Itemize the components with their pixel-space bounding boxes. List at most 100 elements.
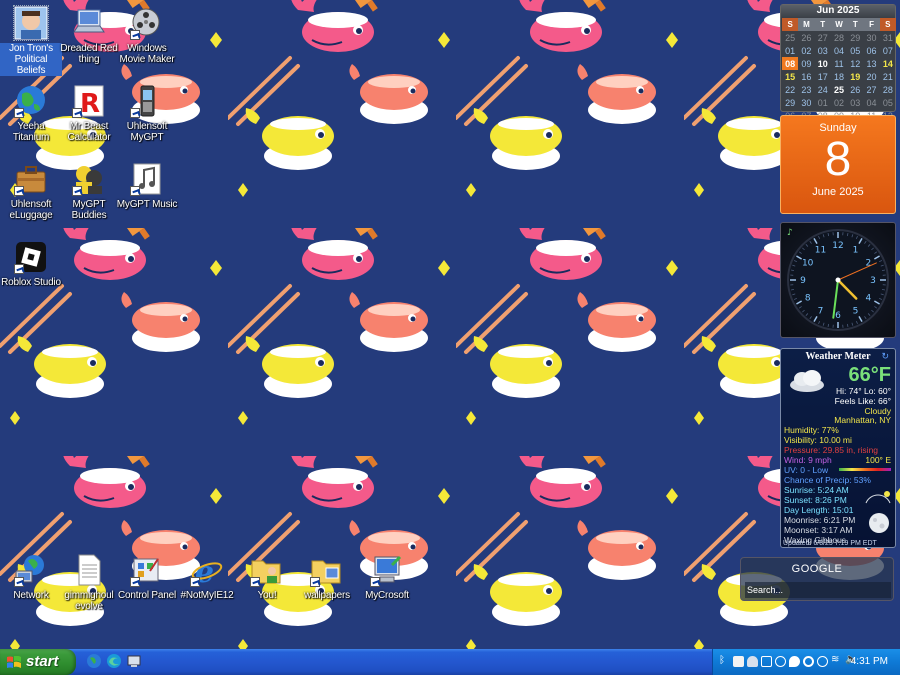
desktop-icon-wallpapers[interactable]: wallpapers [296,553,358,601]
calendar-day-today[interactable]: 08 [782,57,799,70]
desktop-icon-dreaded-red-thing[interactable]: Dreaded Red thing [58,6,120,65]
calendar-day[interactable]: 19 [847,70,863,83]
desktop-icon-roblox-studio[interactable]: Roblox Studio [0,240,62,288]
clock-numeral: 3 [870,276,876,286]
calendar-day[interactable]: 17 [815,70,831,83]
calendar-day[interactable]: 05 [847,44,863,57]
cloud-tray-icon[interactable] [747,656,758,667]
calendar-day[interactable]: 03 [815,44,831,57]
calendar-day[interactable]: 20 [863,70,879,83]
calendar-day[interactable]: 26 [847,83,863,96]
bluetooth-icon[interactable]: ᛒ [719,655,730,666]
svg-text:♪: ♪ [787,228,793,238]
desktop[interactable]: Jon Tron's Political Beliefs Dreaded Red… [0,0,900,649]
calendar-day[interactable]: 25 [831,83,847,96]
info-icon[interactable] [817,656,828,667]
display-icon[interactable] [761,656,772,667]
weather-uv: UV: 0 - Low [784,465,829,475]
drop-icon[interactable] [789,656,800,667]
desktop-icon-movie-maker[interactable]: Windows Movie Maker [116,6,178,65]
calendar-day[interactable]: 30 [798,96,814,109]
clock-gadget[interactable]: 1 2 3 4 5 6 7 8 9 10 11 12 ♪ [780,222,896,338]
desktop-icon-you[interactable]: You! [236,553,298,601]
desktop-icon-control-panel[interactable]: Control Panel [116,553,178,601]
calendar-day[interactable]: 24 [815,83,831,96]
calendar-day[interactable]: 01 [815,96,831,109]
calendar-day[interactable]: 01 [782,44,798,57]
calendar-day[interactable]: 16 [798,70,814,83]
calendar-day[interactable]: 28 [880,83,896,96]
weather-feels-like: Feels Like: 66° [834,396,891,406]
quick-launch [86,653,142,671]
roblox-icon [14,240,48,274]
date-day-number: 8 [824,133,852,186]
calendar-day[interactable]: 28 [831,31,847,44]
calendar-day[interactable]: 02 [831,96,847,109]
desktop-icon-mr-beast-calculator[interactable]: R Mr Beast Calculator [58,84,120,143]
weather-moonset: Moonset: 3:17 AM [784,525,853,535]
desktop-icon-mygpt-buddies[interactable]: MyGPT Buddies [58,162,120,221]
desktop-icon-mygpt-music[interactable]: MyGPT Music [116,162,178,210]
calendar-day[interactable]: 07 [880,44,896,57]
desktop-icon-uhlensoft-mygpt[interactable]: Uhlensoft MyGPT [116,84,178,143]
record-icon[interactable] [803,656,814,667]
calendar-day[interactable]: 27 [815,31,831,44]
wifi-icon[interactable]: ≋ [831,654,842,665]
clock-numeral: 9 [800,276,806,286]
weather-wind-direction: 100° E [865,455,891,465]
calendar-day[interactable]: 05 [880,96,896,109]
globe-icon [14,84,48,118]
refresh-icon[interactable]: ↻ [881,351,889,362]
security-icon[interactable] [733,656,744,667]
calendar-day[interactable]: 12 [847,57,863,70]
calendar-day[interactable]: 18 [831,70,847,83]
weather-updated: Updated: 6/8/25 7:19 PM EDT [783,540,877,547]
calendar-day[interactable]: 14 [880,57,896,70]
calendar-day[interactable]: 04 [831,44,847,57]
calendar-day[interactable]: 22 [782,83,798,96]
calendar-day[interactable]: 10 [815,57,831,70]
tray-clock[interactable]: 4:31 PM [851,656,888,667]
date-gadget[interactable]: Sunday 8 June 2025 [780,115,896,214]
calendar-day[interactable]: 27 [863,83,879,96]
globe-quicklaunch-icon[interactable] [86,653,102,669]
calendar-day[interactable]: 13 [863,57,879,70]
calendar-day[interactable]: 31 [880,31,896,44]
calendar-day[interactable]: 21 [880,70,896,83]
calendar-day[interactable]: 15 [782,70,798,83]
desktop-icon-notmyie12[interactable]: e #NotMyIE12 [176,553,238,601]
weather-gadget[interactable]: Weather Meter 66°F Hi: 74° Lo: 60° Feels… [780,348,896,548]
calendar-day[interactable]: 06 [863,44,879,57]
google-search-gadget: GOOGLE [740,557,894,601]
calendar-day[interactable]: 29 [847,31,863,44]
calendar-day[interactable]: 29 [782,96,798,109]
svg-text:R: R [80,89,100,118]
shield-icon[interactable] [775,656,786,667]
desktop-icon-gimmighoul-evolve[interactable]: gimmighoul evolve [58,553,120,612]
calendar-day[interactable]: 30 [863,31,879,44]
calendar-day[interactable]: 25 [782,31,798,44]
windows-flag-icon [7,656,21,668]
calendar-day[interactable]: 04 [863,96,879,109]
calendar-day[interactable]: 09 [798,57,814,70]
start-button[interactable]: start [0,649,76,675]
calendar-day[interactable]: 02 [798,44,814,57]
phone-icon [130,84,164,118]
desktop-quicklaunch-icon[interactable] [126,653,142,669]
calendar-day[interactable]: 03 [847,96,863,109]
clock-numeral: 4 [865,294,871,304]
desktop-icon-mycrosoft[interactable]: MyCrosoft [356,553,418,601]
desktop-icon-yeeha-titanium[interactable]: Yeeha Titanium [0,84,62,143]
desktop-icon-network[interactable]: Network [0,553,62,601]
computer-icon [370,553,404,587]
calendar-gadget[interactable]: Jun 2025 S M T W T F S 25 26 27 28 29 30… [780,4,896,121]
google-search-input[interactable] [745,582,891,598]
calendar-day[interactable]: 23 [798,83,814,96]
edge-quicklaunch-icon[interactable] [106,653,122,669]
desktop-icon-uhlensoft-eluggage[interactable]: Uhlensoft eLuggage [0,162,62,221]
desktop-icon-jontron[interactable]: Jon Tron's Political Beliefs [0,5,62,76]
weather-hi-lo: Hi: 74° Lo: 60° [836,386,891,396]
calendar-day[interactable]: 26 [798,31,814,44]
calendar-day[interactable]: 11 [831,57,847,70]
calendar-week: 08 09 10 11 12 13 14 [782,57,896,70]
